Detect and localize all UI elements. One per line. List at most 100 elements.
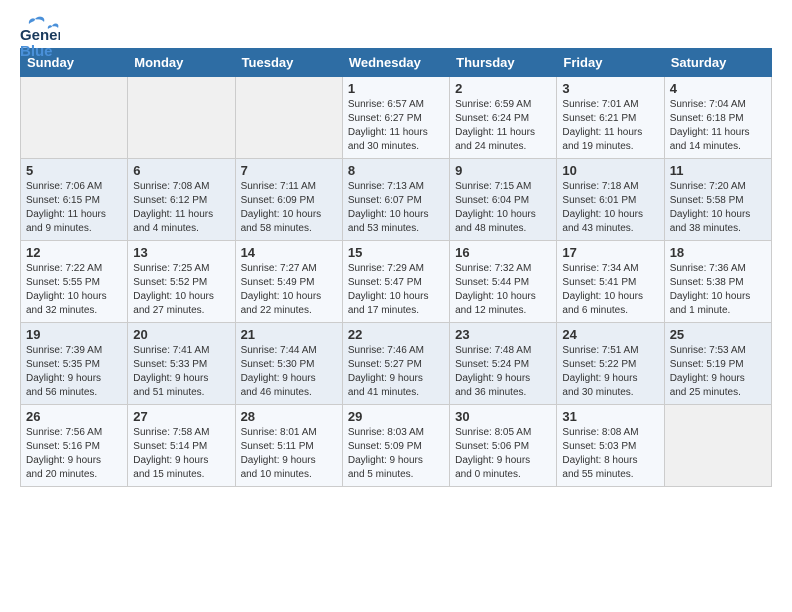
- day-number: 11: [670, 163, 766, 178]
- day-number: 1: [348, 81, 444, 96]
- calendar-cell: 19 Sunrise: 7:39 AM Sunset: 5:35 PM Dayli…: [21, 323, 128, 405]
- calendar-table: SundayMondayTuesdayWednesdayThursdayFrid…: [20, 48, 772, 487]
- calendar-cell: 3 Sunrise: 7:01 AM Sunset: 6:21 PM Daylig…: [557, 77, 664, 159]
- day-number: 3: [562, 81, 658, 96]
- bird-icon: [24, 15, 46, 33]
- day-number: 29: [348, 409, 444, 424]
- day-info: Sunrise: 7:58 AM Sunset: 5:14 PM Dayligh…: [133, 426, 229, 482]
- day-info: Sunrise: 7:15 AM Sunset: 6:04 PM Dayligh…: [455, 180, 551, 236]
- calendar-cell: 27Sunrise: 7:58 AM Sunset: 5:14 PM Dayli…: [128, 405, 235, 487]
- day-info: Sunrise: 7:51 AM Sunset: 5:22 PM Dayligh…: [562, 344, 658, 400]
- calendar-cell: 21 Sunrise: 7:44 AM Sunset: 5:30 PM Dayli…: [235, 323, 342, 405]
- weekday-header-row: SundayMondayTuesdayWednesdayThursdayFrid…: [21, 49, 772, 77]
- day-number: 19: [26, 327, 122, 342]
- day-info: Sunrise: 7:29 AM Sunset: 5:47 PM Dayligh…: [348, 262, 444, 318]
- day-info: Sunrise: 7:25 AM Sunset: 5:52 PM Dayligh…: [133, 262, 229, 318]
- calendar-cell: 15Sunrise: 7:29 AM Sunset: 5:47 PM Dayli…: [342, 241, 449, 323]
- calendar-cell: [664, 405, 771, 487]
- day-number: 4: [670, 81, 766, 96]
- calendar-cell: 11 Sunrise: 7:20 AM Sunset: 5:58 PM Dayli…: [664, 159, 771, 241]
- calendar-cell: [235, 77, 342, 159]
- day-info: Sunrise: 7:39 AM Sunset: 5:35 PM Dayligh…: [26, 344, 122, 400]
- day-number: 24: [562, 327, 658, 342]
- day-number: 6: [133, 163, 229, 178]
- day-number: 2: [455, 81, 551, 96]
- day-number: 28: [241, 409, 337, 424]
- weekday-header: Saturday: [664, 49, 771, 77]
- day-number: 22: [348, 327, 444, 342]
- calendar-cell: 8 Sunrise: 7:13 AM Sunset: 6:07 PM Daylig…: [342, 159, 449, 241]
- calendar-cell: 16 Sunrise: 7:32 AM Sunset: 5:44 PM Dayli…: [450, 241, 557, 323]
- day-info: Sunrise: 7:36 AM Sunset: 5:38 PM Dayligh…: [670, 262, 766, 318]
- day-info: Sunrise: 7:06 AM Sunset: 6:15 PM Dayligh…: [26, 180, 122, 236]
- day-info: Sunrise: 7:11 AM Sunset: 6:09 PM Dayligh…: [241, 180, 337, 236]
- day-number: 17: [562, 245, 658, 260]
- calendar-cell: 22 Sunrise: 7:46 AM Sunset: 5:27 PM Dayli…: [342, 323, 449, 405]
- day-number: 5: [26, 163, 122, 178]
- calendar-week-row: 12 Sunrise: 7:22 AM Sunset: 5:55 PM Dayli…: [21, 241, 772, 323]
- day-info: Sunrise: 7:32 AM Sunset: 5:44 PM Dayligh…: [455, 262, 551, 318]
- day-number: 7: [241, 163, 337, 178]
- weekday-header: Monday: [128, 49, 235, 77]
- calendar-cell: 28 Sunrise: 8:01 AM Sunset: 5:11 PM Dayli…: [235, 405, 342, 487]
- day-info: Sunrise: 7:04 AM Sunset: 6:18 PM Dayligh…: [670, 98, 766, 154]
- day-info: Sunrise: 8:01 AM Sunset: 5:11 PM Dayligh…: [241, 426, 337, 482]
- calendar-cell: 29 Sunrise: 8:03 AM Sunset: 5:09 PM Dayli…: [342, 405, 449, 487]
- weekday-header: Friday: [557, 49, 664, 77]
- day-number: 12: [26, 245, 122, 260]
- day-number: 16: [455, 245, 551, 260]
- day-number: 20: [133, 327, 229, 342]
- calendar-cell: 23Sunrise: 7:48 AM Sunset: 5:24 PM Dayli…: [450, 323, 557, 405]
- calendar-cell: 7 Sunrise: 7:11 AM Sunset: 6:09 PM Daylig…: [235, 159, 342, 241]
- calendar-week-row: 26Sunrise: 7:56 AM Sunset: 5:16 PM Dayli…: [21, 405, 772, 487]
- calendar-cell: 6 Sunrise: 7:08 AM Sunset: 6:12 PM Daylig…: [128, 159, 235, 241]
- calendar-week-row: 1 Sunrise: 6:57 AM Sunset: 6:27 PM Daylig…: [21, 77, 772, 159]
- day-number: 14: [241, 245, 337, 260]
- weekday-header: Thursday: [450, 49, 557, 77]
- day-info: Sunrise: 7:13 AM Sunset: 6:07 PM Dayligh…: [348, 180, 444, 236]
- day-number: 18: [670, 245, 766, 260]
- day-info: Sunrise: 7:34 AM Sunset: 5:41 PM Dayligh…: [562, 262, 658, 318]
- day-info: Sunrise: 6:59 AM Sunset: 6:24 PM Dayligh…: [455, 98, 551, 154]
- day-number: 30: [455, 409, 551, 424]
- day-number: 13: [133, 245, 229, 260]
- day-info: Sunrise: 7:01 AM Sunset: 6:21 PM Dayligh…: [562, 98, 658, 154]
- day-info: Sunrise: 7:41 AM Sunset: 5:33 PM Dayligh…: [133, 344, 229, 400]
- logo: General Blue: [20, 20, 60, 38]
- calendar-cell: [128, 77, 235, 159]
- calendar-cell: 30 Sunrise: 8:05 AM Sunset: 5:06 PM Dayli…: [450, 405, 557, 487]
- day-number: 23: [455, 327, 551, 342]
- calendar-cell: [21, 77, 128, 159]
- day-info: Sunrise: 7:20 AM Sunset: 5:58 PM Dayligh…: [670, 180, 766, 236]
- calendar-week-row: 5 Sunrise: 7:06 AM Sunset: 6:15 PM Daylig…: [21, 159, 772, 241]
- calendar-cell: 24 Sunrise: 7:51 AM Sunset: 5:22 PM Dayli…: [557, 323, 664, 405]
- calendar-cell: 2 Sunrise: 6:59 AM Sunset: 6:24 PM Daylig…: [450, 77, 557, 159]
- day-number: 8: [348, 163, 444, 178]
- day-info: Sunrise: 8:05 AM Sunset: 5:06 PM Dayligh…: [455, 426, 551, 482]
- calendar-cell: 4 Sunrise: 7:04 AM Sunset: 6:18 PM Daylig…: [664, 77, 771, 159]
- calendar-cell: 14 Sunrise: 7:27 AM Sunset: 5:49 PM Dayli…: [235, 241, 342, 323]
- day-number: 9: [455, 163, 551, 178]
- day-info: Sunrise: 8:03 AM Sunset: 5:09 PM Dayligh…: [348, 426, 444, 482]
- day-info: Sunrise: 7:46 AM Sunset: 5:27 PM Dayligh…: [348, 344, 444, 400]
- calendar-cell: 5 Sunrise: 7:06 AM Sunset: 6:15 PM Daylig…: [21, 159, 128, 241]
- calendar-cell: 31Sunrise: 8:08 AM Sunset: 5:03 PM Dayli…: [557, 405, 664, 487]
- day-info: Sunrise: 6:57 AM Sunset: 6:27 PM Dayligh…: [348, 98, 444, 154]
- day-info: Sunrise: 7:27 AM Sunset: 5:49 PM Dayligh…: [241, 262, 337, 318]
- calendar-cell: 26Sunrise: 7:56 AM Sunset: 5:16 PM Dayli…: [21, 405, 128, 487]
- calendar-cell: 9 Sunrise: 7:15 AM Sunset: 6:04 PM Daylig…: [450, 159, 557, 241]
- page-container: General Blue: [0, 0, 792, 497]
- day-info: Sunrise: 7:53 AM Sunset: 5:19 PM Dayligh…: [670, 344, 766, 400]
- day-number: 21: [241, 327, 337, 342]
- day-info: Sunrise: 7:18 AM Sunset: 6:01 PM Dayligh…: [562, 180, 658, 236]
- calendar-cell: 1 Sunrise: 6:57 AM Sunset: 6:27 PM Daylig…: [342, 77, 449, 159]
- day-info: Sunrise: 8:08 AM Sunset: 5:03 PM Dayligh…: [562, 426, 658, 482]
- calendar-cell: 12 Sunrise: 7:22 AM Sunset: 5:55 PM Dayli…: [21, 241, 128, 323]
- calendar-cell: 10 Sunrise: 7:18 AM Sunset: 6:01 PM Dayli…: [557, 159, 664, 241]
- day-info: Sunrise: 7:44 AM Sunset: 5:30 PM Dayligh…: [241, 344, 337, 400]
- day-info: Sunrise: 7:22 AM Sunset: 5:55 PM Dayligh…: [26, 262, 122, 318]
- calendar-week-row: 19 Sunrise: 7:39 AM Sunset: 5:35 PM Dayli…: [21, 323, 772, 405]
- day-number: 25: [670, 327, 766, 342]
- day-number: 10: [562, 163, 658, 178]
- day-info: Sunrise: 7:08 AM Sunset: 6:12 PM Dayligh…: [133, 180, 229, 236]
